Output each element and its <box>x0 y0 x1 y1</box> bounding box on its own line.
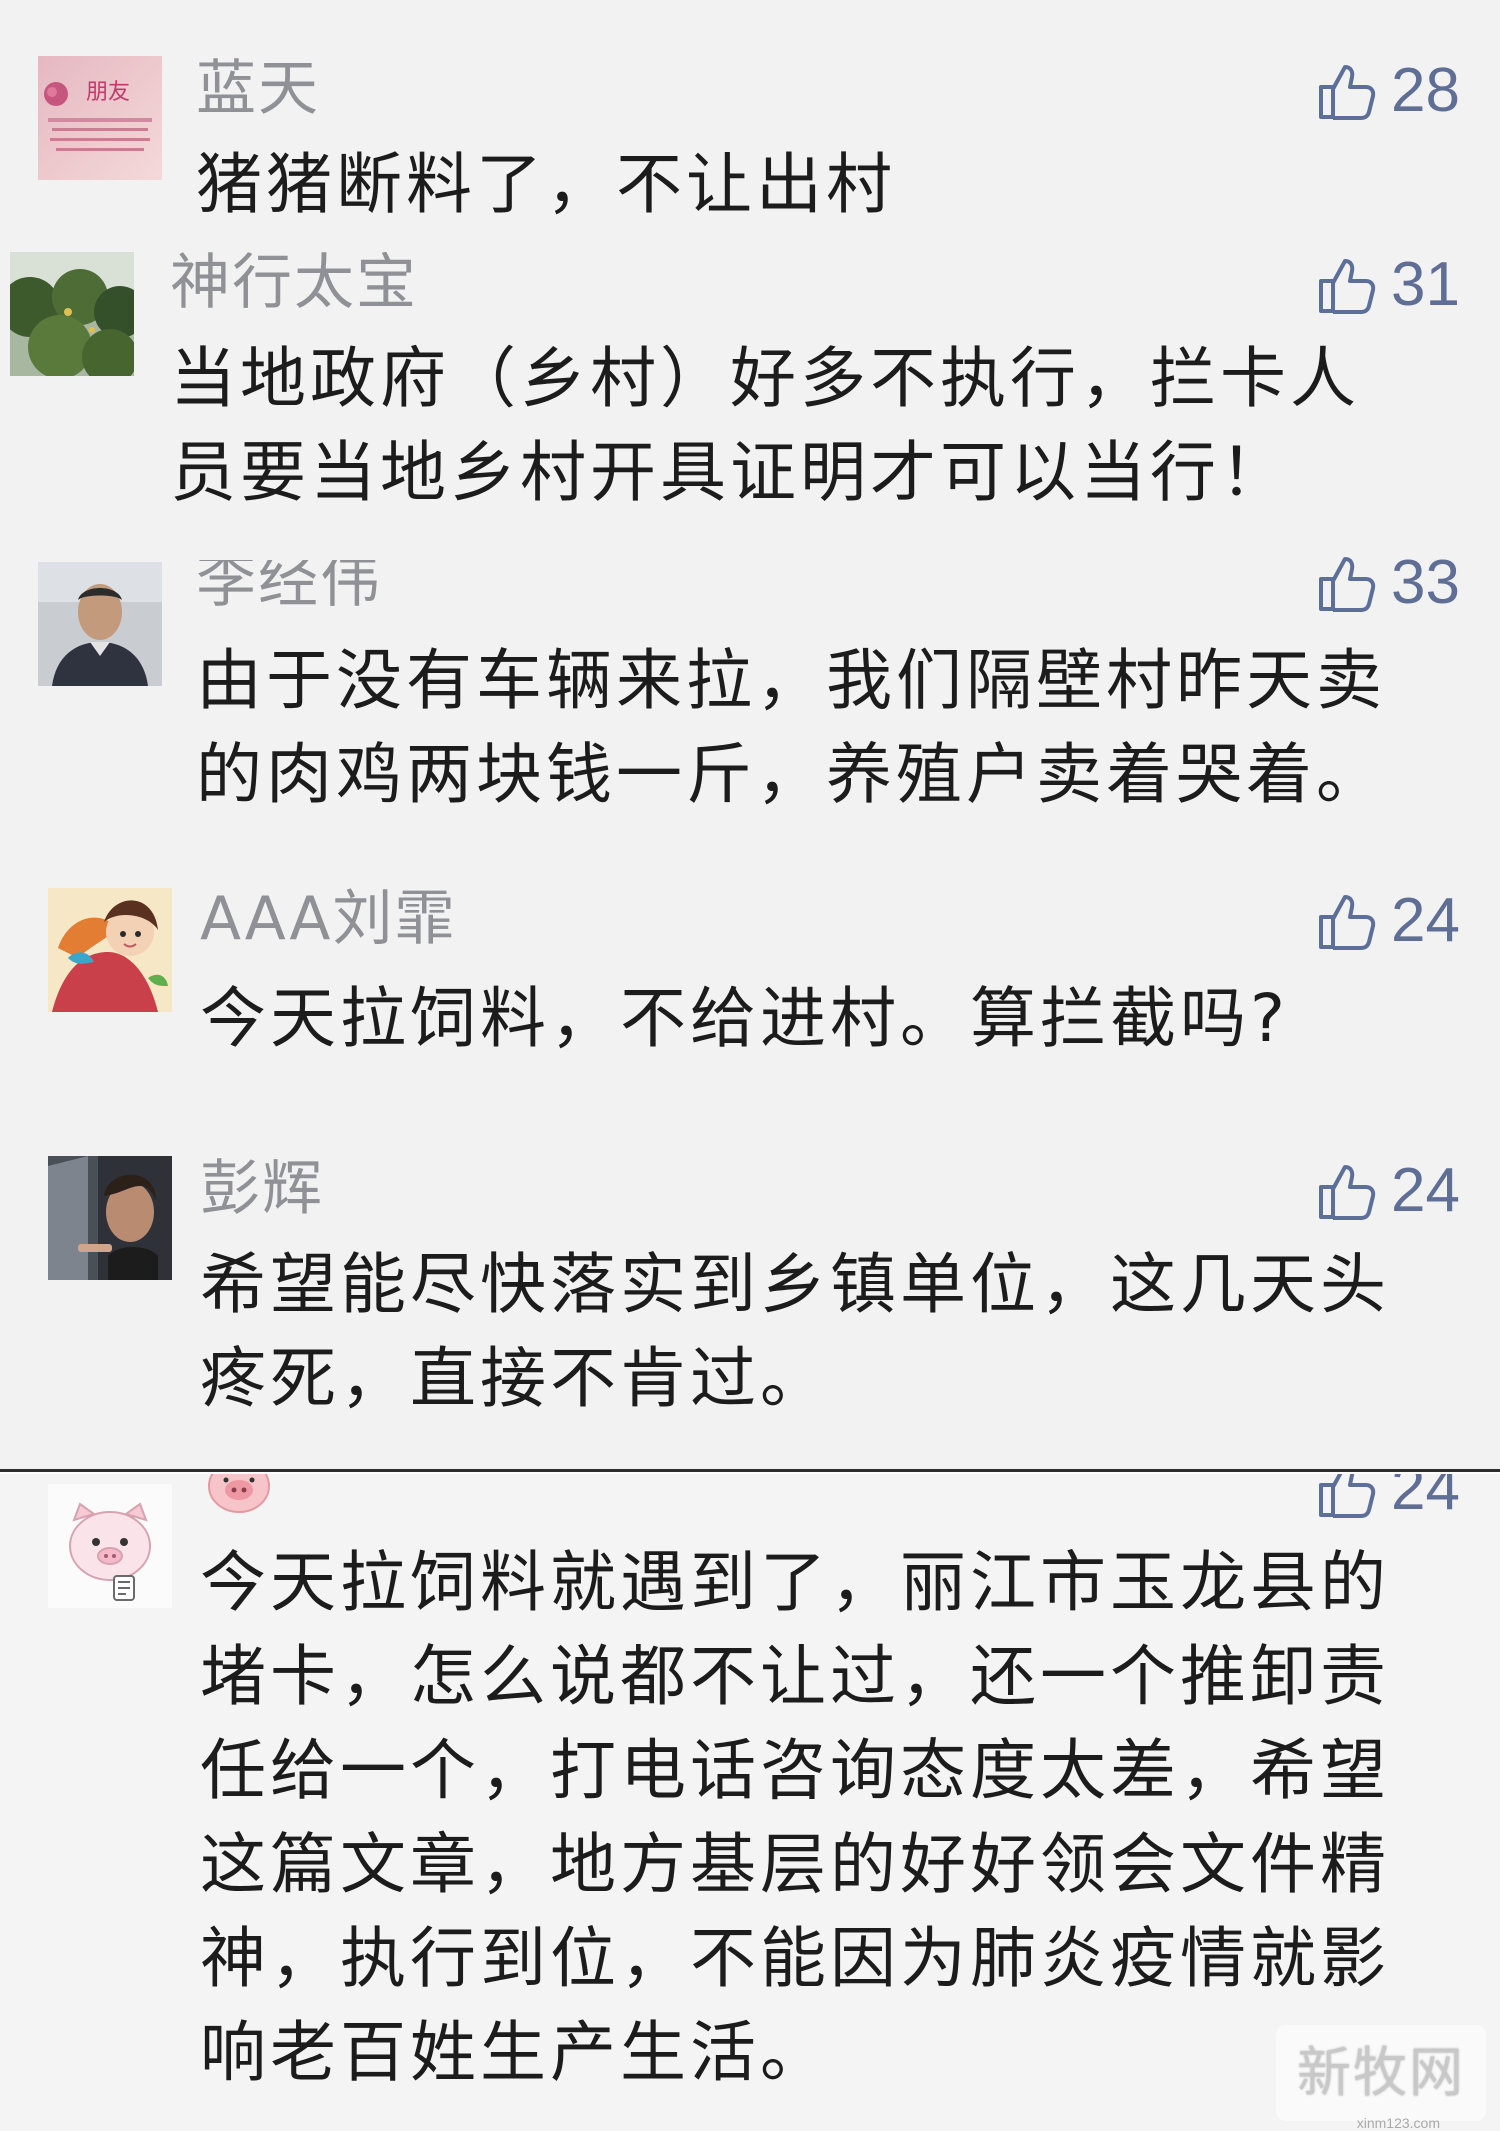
like-count: 24 <box>1391 886 1460 955</box>
comment-text-line: 由于没有车辆来拉，我们隔壁村昨天卖 <box>196 642 1386 719</box>
thumbs-up-icon <box>1319 259 1376 314</box>
pink-flower-avatar[interactable]: 朋友 <box>38 56 162 180</box>
man-portrait-avatar[interactable] <box>38 562 162 686</box>
girl-rooster-avatar[interactable] <box>48 888 172 1012</box>
thumbs-up-icon <box>1319 895 1376 950</box>
comment-screenshot: 朋友 蓝天 28 猪猪断料了，不让出村 神行太宝 31 当地政府（乡村）好多不执… <box>0 0 1500 2131</box>
pig-face-icon <box>208 1474 270 1513</box>
comment-username[interactable]: 李经伟 <box>196 560 382 616</box>
comment-text: 由于没有车辆来拉，我们隔壁村昨天卖 的肉鸡两块钱一斤，养殖户卖着哭着。 <box>196 634 1386 822</box>
comment-item: 彭辉 24 希望能尽快落实到乡镇单位，这几天头 疼死，直接不肯过。 <box>0 1140 1500 1460</box>
comments-panel-top: 朋友 蓝天 28 猪猪断料了，不让出村 神行太宝 31 当地政府（乡村）好多不执… <box>0 0 1500 1470</box>
like-count: 24 <box>1391 1474 1460 1523</box>
comments-panel-bottom: 24 今天拉饲料就遇到了，丽江市玉龙县的 堵卡，怎么说都不让过，还一个推卸责 任… <box>0 1474 1500 2131</box>
comment-text: 猪猪断料了，不让出村 <box>196 146 896 223</box>
comment-text-line: 神，执行到位，不能因为肺炎疫情就影 <box>200 1920 1390 1997</box>
comment-text: 当地政府（乡村）好多不执行，拦卡人 员要当地乡村开具证明才可以当行！ <box>170 332 1360 520</box>
comment-item: 神行太宝 31 当地政府（乡村）好多不执行，拦卡人 员要当地乡村开具证明才可以当… <box>0 240 1500 540</box>
man-in-car-avatar[interactable] <box>48 1156 172 1280</box>
site-watermark: 新牧网 <box>1276 2025 1486 2121</box>
avatar-label: 朋友 <box>86 80 131 105</box>
thumbs-up-icon <box>1319 65 1376 120</box>
comment-text: 今天拉饲料，不给进村。算拦截吗? <box>200 980 1290 1057</box>
like-button[interactable]: 24 <box>1315 1474 1460 1524</box>
green-trees-avatar[interactable] <box>10 252 134 376</box>
like-button[interactable]: 24 <box>1315 1156 1460 1226</box>
divider <box>0 1469 1500 1472</box>
comment-text-line: 员要当地乡村开具证明才可以当行！ <box>170 434 1290 511</box>
like-count: 24 <box>1391 1156 1460 1225</box>
comment-text-line: 任给一个，打电话咨询态度太差，希望 <box>200 1732 1390 1809</box>
like-count: 33 <box>1391 548 1460 617</box>
pig-avatar[interactable] <box>48 1484 172 1608</box>
comment-text-line: 今天拉饲料就遇到了，丽江市玉龙县的 <box>200 1544 1390 1621</box>
comment-text: 今天拉饲料就遇到了，丽江市玉龙县的 堵卡，怎么说都不让过，还一个推卸责 任给一个… <box>200 1536 1390 2100</box>
comment-username[interactable]: 彭辉 <box>200 1154 324 1224</box>
comment-item: 24 今天拉饲料就遇到了，丽江市玉龙县的 堵卡，怎么说都不让过，还一个推卸责 任… <box>0 1474 1500 2131</box>
comment-username[interactable]: 神行太宝 <box>170 248 418 318</box>
comment-text-line: 希望能尽快落实到乡镇单位，这几天头 <box>200 1246 1390 1323</box>
comment-text-line: 这篇文章，地方基层的好好领会文件精 <box>200 1826 1390 1903</box>
site-watermark-url: xinm123.com <box>1356 2115 1440 2131</box>
like-button[interactable]: 28 <box>1315 56 1460 126</box>
thumbs-up-icon <box>1319 557 1376 612</box>
comment-text-line: 疼死，直接不肯过。 <box>200 1340 830 1417</box>
like-count: 28 <box>1391 56 1460 125</box>
like-button[interactable]: 31 <box>1315 250 1460 320</box>
thumbs-up-icon <box>1319 1165 1376 1220</box>
comment-text: 希望能尽快落实到乡镇单位，这几天头 疼死，直接不肯过。 <box>200 1238 1390 1426</box>
comment-item: 朋友 蓝天 28 猪猪断料了，不让出村 <box>0 0 1500 223</box>
comment-username[interactable]: AAA刘霏 <box>200 884 456 954</box>
like-button[interactable]: 24 <box>1315 886 1460 956</box>
comment-item: AAA刘霏 24 今天拉饲料，不给进村。算拦截吗? <box>0 868 1500 1088</box>
comment-text-line: 响老百姓生产生活。 <box>200 2014 830 2091</box>
thumbs-up-icon <box>1319 1474 1376 1518</box>
like-count: 31 <box>1391 250 1460 319</box>
comment-username[interactable]: 蓝天 <box>196 54 320 124</box>
comment-text-line: 当地政府（乡村）好多不执行，拦卡人 <box>170 340 1360 417</box>
like-button[interactable]: 33 <box>1315 548 1460 618</box>
comment-username[interactable] <box>204 1474 274 1514</box>
comment-text-line: 的肉鸡两块钱一斤，养殖户卖着哭着。 <box>196 736 1386 813</box>
comment-text-line: 堵卡，怎么说都不让过，还一个推卸责 <box>200 1638 1390 1715</box>
comment-item: 李经伟 33 由于没有车辆来拉，我们隔壁村昨天卖 的肉鸡两块钱一斤，养殖户卖着哭… <box>0 548 1500 848</box>
